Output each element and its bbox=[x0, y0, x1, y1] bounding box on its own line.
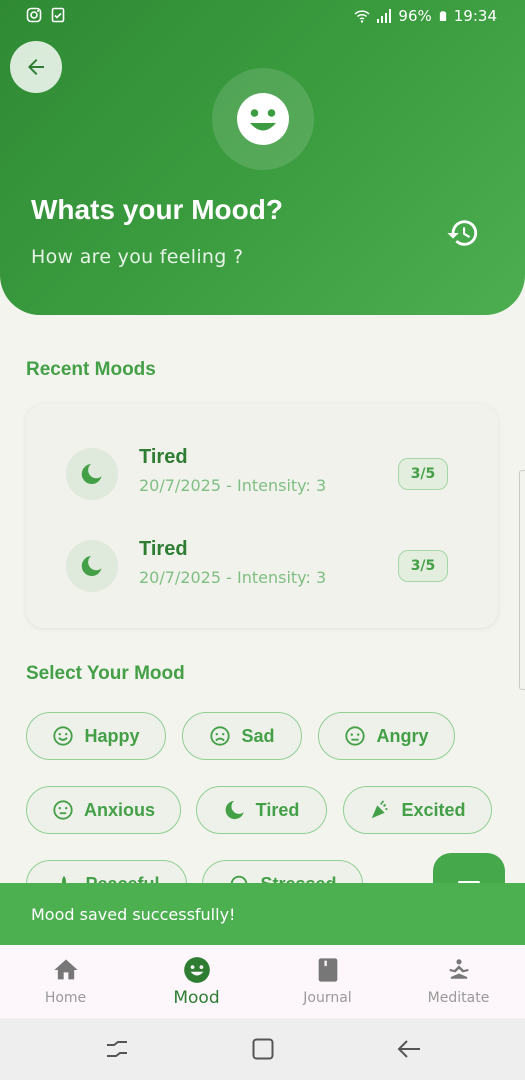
mood-chip-tired[interactable]: Tired bbox=[196, 786, 327, 834]
chip-label: Happy bbox=[84, 725, 140, 746]
scrollbar[interactable] bbox=[519, 470, 525, 690]
home-button-icon[interactable] bbox=[250, 1036, 276, 1062]
clock: 19:34 bbox=[453, 7, 497, 25]
chip-label: Tired bbox=[255, 799, 300, 820]
mood-chip-sad[interactable]: Sad bbox=[182, 712, 302, 760]
nav-label: Meditate bbox=[427, 990, 490, 1006]
nav-home[interactable]: Home bbox=[0, 945, 131, 1018]
party-popper-icon bbox=[372, 800, 388, 819]
nav-label: Home bbox=[44, 990, 87, 1006]
system-navigation-bar bbox=[0, 1018, 525, 1080]
mood-chip-anxious[interactable]: Anxious bbox=[26, 786, 181, 834]
snackbar: Mood saved successfully! bbox=[0, 883, 525, 945]
mood-chip-angry[interactable]: Angry bbox=[318, 712, 455, 760]
anxious-face-icon bbox=[53, 800, 73, 820]
sad-face-icon bbox=[210, 726, 231, 746]
mood-screen: Whats your Mood? How are you feeling ? 9… bbox=[0, 0, 525, 1080]
page-title: Whats your Mood? bbox=[31, 194, 283, 225]
meditate-icon bbox=[449, 959, 468, 979]
home-icon bbox=[53, 959, 78, 980]
clipboard-check-icon bbox=[51, 7, 65, 23]
recent-mood-icon bbox=[66, 540, 118, 592]
journal-icon bbox=[318, 958, 337, 982]
back-button[interactable] bbox=[10, 41, 62, 93]
recent-moods-card: Tired 20/7/2025 - Intensity: 3 3/5 Tired… bbox=[26, 404, 498, 628]
history-icon bbox=[447, 220, 478, 246]
happy-face-icon bbox=[53, 726, 74, 746]
angry-face-icon bbox=[345, 726, 366, 746]
back-arrow-icon bbox=[28, 59, 44, 75]
recent-mood-item[interactable]: Tired 20/7/2025 - Intensity: 3 3/5 bbox=[66, 538, 486, 598]
moon-icon bbox=[81, 464, 102, 484]
instagram-icon bbox=[26, 7, 42, 23]
recent-mood-item[interactable]: Tired 20/7/2025 - Intensity: 3 3/5 bbox=[66, 446, 486, 506]
moon-icon bbox=[81, 556, 102, 576]
recent-mood-meta: 20/7/2025 - Intensity: 3 bbox=[139, 568, 327, 587]
nav-label: Mood bbox=[173, 988, 220, 1008]
select-mood-title: Select Your Mood bbox=[26, 663, 185, 684]
nav-meditate[interactable]: Meditate bbox=[393, 945, 524, 1018]
recent-moods-title: Recent Moods bbox=[26, 359, 156, 380]
chip-label: Anxious bbox=[83, 799, 155, 820]
intensity-badge: 3/5 bbox=[398, 550, 448, 582]
chip-label: Excited bbox=[401, 799, 466, 820]
status-bar: 96% 19:34 bbox=[0, 0, 525, 34]
recent-mood-meta: 20/7/2025 - Intensity: 3 bbox=[139, 476, 327, 495]
recent-apps-icon[interactable] bbox=[104, 1036, 130, 1062]
nav-label: Journal bbox=[303, 990, 352, 1006]
signal-icon bbox=[377, 9, 392, 23]
page-subtitle: How are you feeling ? bbox=[31, 246, 244, 268]
intensity-badge: 3/5 bbox=[398, 458, 448, 490]
system-back-icon[interactable] bbox=[396, 1036, 422, 1062]
chip-label: Angry bbox=[376, 725, 429, 746]
chip-label: Sad bbox=[241, 725, 275, 746]
battery-percent: 96% bbox=[398, 7, 432, 25]
moon-icon bbox=[225, 800, 244, 820]
recent-mood-icon bbox=[66, 448, 118, 500]
smiley-face-icon bbox=[237, 93, 289, 145]
battery-icon bbox=[439, 11, 446, 21]
wifi-icon bbox=[354, 10, 370, 23]
mood-avatar bbox=[212, 68, 314, 170]
mood-header: Whats your Mood? How are you feeling ? bbox=[0, 0, 525, 315]
snackbar-message: Mood saved successfully! bbox=[31, 904, 236, 924]
mood-chip-happy[interactable]: Happy bbox=[26, 712, 166, 760]
bottom-navigation: Home Mood Journal Meditate bbox=[0, 945, 525, 1018]
recent-mood-name: Tired bbox=[139, 446, 188, 468]
mood-chip-excited[interactable]: Excited bbox=[343, 786, 492, 834]
history-button[interactable] bbox=[446, 216, 480, 250]
nav-journal[interactable]: Journal bbox=[262, 945, 393, 1018]
mood-icon bbox=[183, 957, 210, 983]
recent-mood-name: Tired bbox=[139, 538, 188, 560]
nav-mood[interactable]: Mood bbox=[131, 945, 262, 1018]
